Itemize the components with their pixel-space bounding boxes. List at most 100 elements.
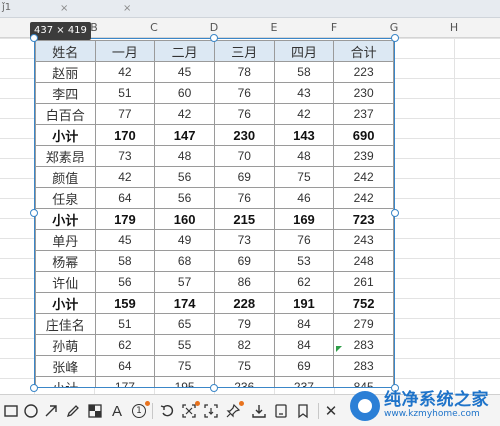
resize-handle-bottom[interactable] [210,384,218,392]
value-cell: 62 [273,271,335,293]
resize-handle-top-left[interactable] [30,34,38,42]
watermark-logo-icon [350,391,380,421]
watermark-title: 纯净系统之家 [384,390,489,411]
value-cell: 77 [94,103,156,125]
rectangle-tool[interactable] [0,399,22,423]
table-row: 颜值 42 56 69 75 242 [35,166,394,188]
table-row: 任泉 64 56 76 46 242 [35,187,394,209]
value-cell: 261 [333,271,394,293]
value-cell: 283 [333,334,394,356]
value-cell: 51 [94,82,156,104]
column-header-e[interactable]: E [244,18,304,38]
site-watermark: 纯净系统之家 www.kzmyhome.com [350,388,498,424]
table-row: 郑素昂 73 48 70 48 239 [35,145,394,167]
name-cell: 小计 [35,124,96,146]
value-cell: 42 [94,61,156,83]
value-cell: 70 [213,145,275,167]
value-cell: 237 [273,376,335,387]
value-cell: 58 [94,250,156,272]
resize-handle-top[interactable] [210,34,218,42]
value-cell: 53 [273,250,335,272]
pin-icon [226,403,241,418]
header-cell: 一月 [94,40,156,62]
copy-text-icon [275,404,287,418]
tab-close-icon[interactable]: × [60,2,68,16]
name-cell: 许仙 [35,271,96,293]
header-cell: 姓名 [35,40,96,62]
table-row: 孙萌 62 55 82 84 283 [35,334,394,356]
value-cell: 159 [94,292,156,314]
text-tool[interactable]: A [106,399,128,423]
header-cell: 二月 [154,40,215,62]
pin-button[interactable] [222,399,244,423]
table-row: 李四 51 60 76 43 230 [35,82,394,104]
value-cell: 230 [213,124,275,146]
mosaic-tool[interactable] [84,399,106,423]
rectangle-icon [4,405,18,417]
scroll-capture-button[interactable] [200,399,222,423]
copy-text-button[interactable] [270,399,292,423]
value-cell: 75 [213,355,275,377]
undo-icon [160,404,174,417]
value-cell: 174 [154,292,215,314]
header-cell: 三月 [213,40,275,62]
toolbar-divider [152,403,153,419]
ellipse-tool[interactable] [20,399,42,423]
value-cell: 49 [154,229,215,251]
name-cell: 小计 [35,292,96,314]
value-cell: 56 [154,187,215,209]
table-row: 赵丽 42 45 78 58 223 [35,61,394,83]
download-button[interactable] [248,399,270,423]
resize-handle-bottom-left[interactable] [30,384,38,392]
value-cell: 191 [273,292,335,314]
value-cell: 73 [213,229,275,251]
color-dot [145,401,150,406]
tab-fragment[interactable]: ǰ1 [0,0,28,18]
value-cell: 65 [154,313,215,335]
value-cell: 239 [333,145,394,167]
bookmark-button[interactable] [292,399,314,423]
selection-size-label: 437 × 419 [30,22,91,40]
column-header-h[interactable]: H [424,18,484,38]
pen-tool[interactable] [62,399,84,423]
header-cell: 合计 [333,40,394,62]
value-cell: 78 [213,61,275,83]
value-cell: 248 [333,250,394,272]
value-cell: 228 [213,292,275,314]
value-cell: 283 [333,355,394,377]
value-cell: 279 [333,313,394,335]
value-cell: 42 [154,103,215,125]
table-row: 白百合 77 42 76 42 237 [35,103,394,125]
name-cell: 赵丽 [35,61,96,83]
resize-handle-left[interactable] [30,209,38,217]
resize-handle-right[interactable] [391,209,399,217]
smart-select-button[interactable] [178,399,200,423]
value-cell: 48 [273,145,335,167]
mosaic-icon [88,404,102,418]
resize-handle-top-right[interactable] [391,34,399,42]
header-cell: 四月 [273,40,335,62]
value-cell: 68 [154,250,215,272]
column-header-f[interactable]: F [304,18,364,38]
value-cell: 215 [213,208,275,230]
value-cell: 223 [333,61,394,83]
smart-select-icon [182,404,196,418]
value-cell: 55 [154,334,215,356]
toolbar-divider [318,403,319,419]
value-cell: 170 [94,124,156,146]
close-icon[interactable]: ✕ [320,399,342,423]
value-cell: 690 [333,124,394,146]
arrow-tool[interactable] [40,399,62,423]
undo-button[interactable] [156,399,178,423]
value-cell: 76 [213,103,275,125]
name-cell: 李四 [35,82,96,104]
column-header-c[interactable]: C [124,18,184,38]
table-row: 庄佳名 51 65 79 84 279 [35,313,394,335]
value-cell: 84 [273,313,335,335]
tab-close-icon[interactable]: × [123,2,131,16]
captured-table-image[interactable]: 姓名 一月 二月 三月 四月 合计 赵丽 42 45 78 58 223 李四 51 60 76 43 230 白百… [34,38,395,388]
bookmark-icon [298,404,308,419]
name-cell: 白百合 [35,103,96,125]
name-cell: 小计 [35,208,96,230]
number-tool[interactable]: 1 [128,399,150,423]
